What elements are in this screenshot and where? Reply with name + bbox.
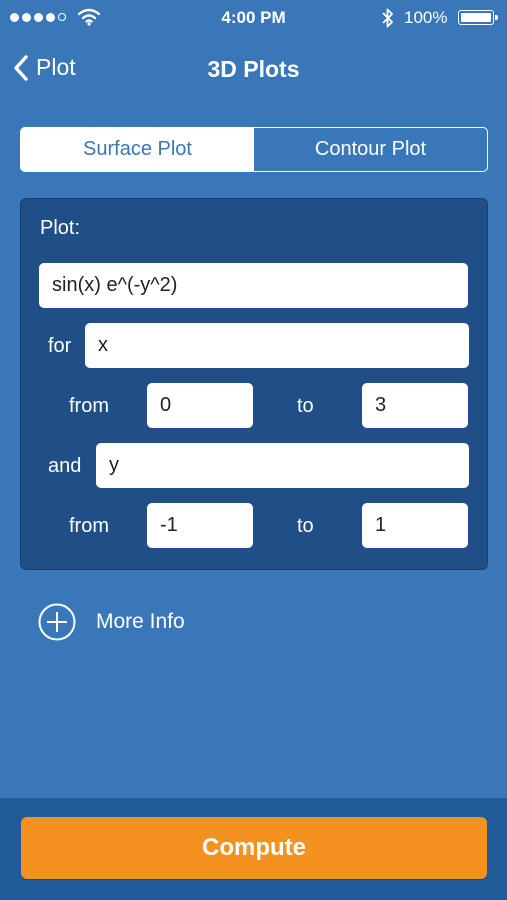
y-from-input[interactable] [147, 503, 253, 548]
compute-button[interactable]: Compute [21, 817, 487, 879]
plot-label: Plot: [40, 217, 81, 239]
segment-contour-plot[interactable]: Contour Plot [254, 128, 487, 171]
segment-surface-plot[interactable]: Surface Plot [21, 128, 254, 171]
more-info-button[interactable]: More Info [38, 603, 185, 641]
plot-type-segmented-control: Surface Plot Contour Plot [20, 127, 488, 172]
plot-form-panel: Plot: for from to and from to [20, 198, 488, 570]
x-from-label: from [69, 395, 109, 417]
navigation-bar: Plot 3D Plots [0, 44, 507, 94]
y-variable-input[interactable] [96, 443, 469, 488]
page-title: 3D Plots [207, 56, 300, 82]
function-input[interactable] [39, 263, 468, 308]
more-info-label: More Info [96, 610, 185, 633]
status-bar: 4:00 PM 100% [0, 0, 507, 36]
x-to-input[interactable] [362, 383, 468, 428]
for-label: for [48, 335, 72, 357]
battery-icon [458, 10, 498, 25]
y-to-input[interactable] [362, 503, 468, 548]
y-from-label: from [69, 515, 109, 537]
x-from-input[interactable] [147, 383, 253, 428]
bluetooth-icon [382, 8, 393, 28]
x-variable-input[interactable] [85, 323, 469, 368]
battery-percent: 100% [404, 8, 448, 27]
y-to-label: to [297, 515, 314, 537]
and-label: and [48, 455, 82, 477]
footer-bar: Compute [0, 798, 507, 900]
plus-circle-icon [38, 603, 76, 641]
x-to-label: to [297, 395, 314, 417]
